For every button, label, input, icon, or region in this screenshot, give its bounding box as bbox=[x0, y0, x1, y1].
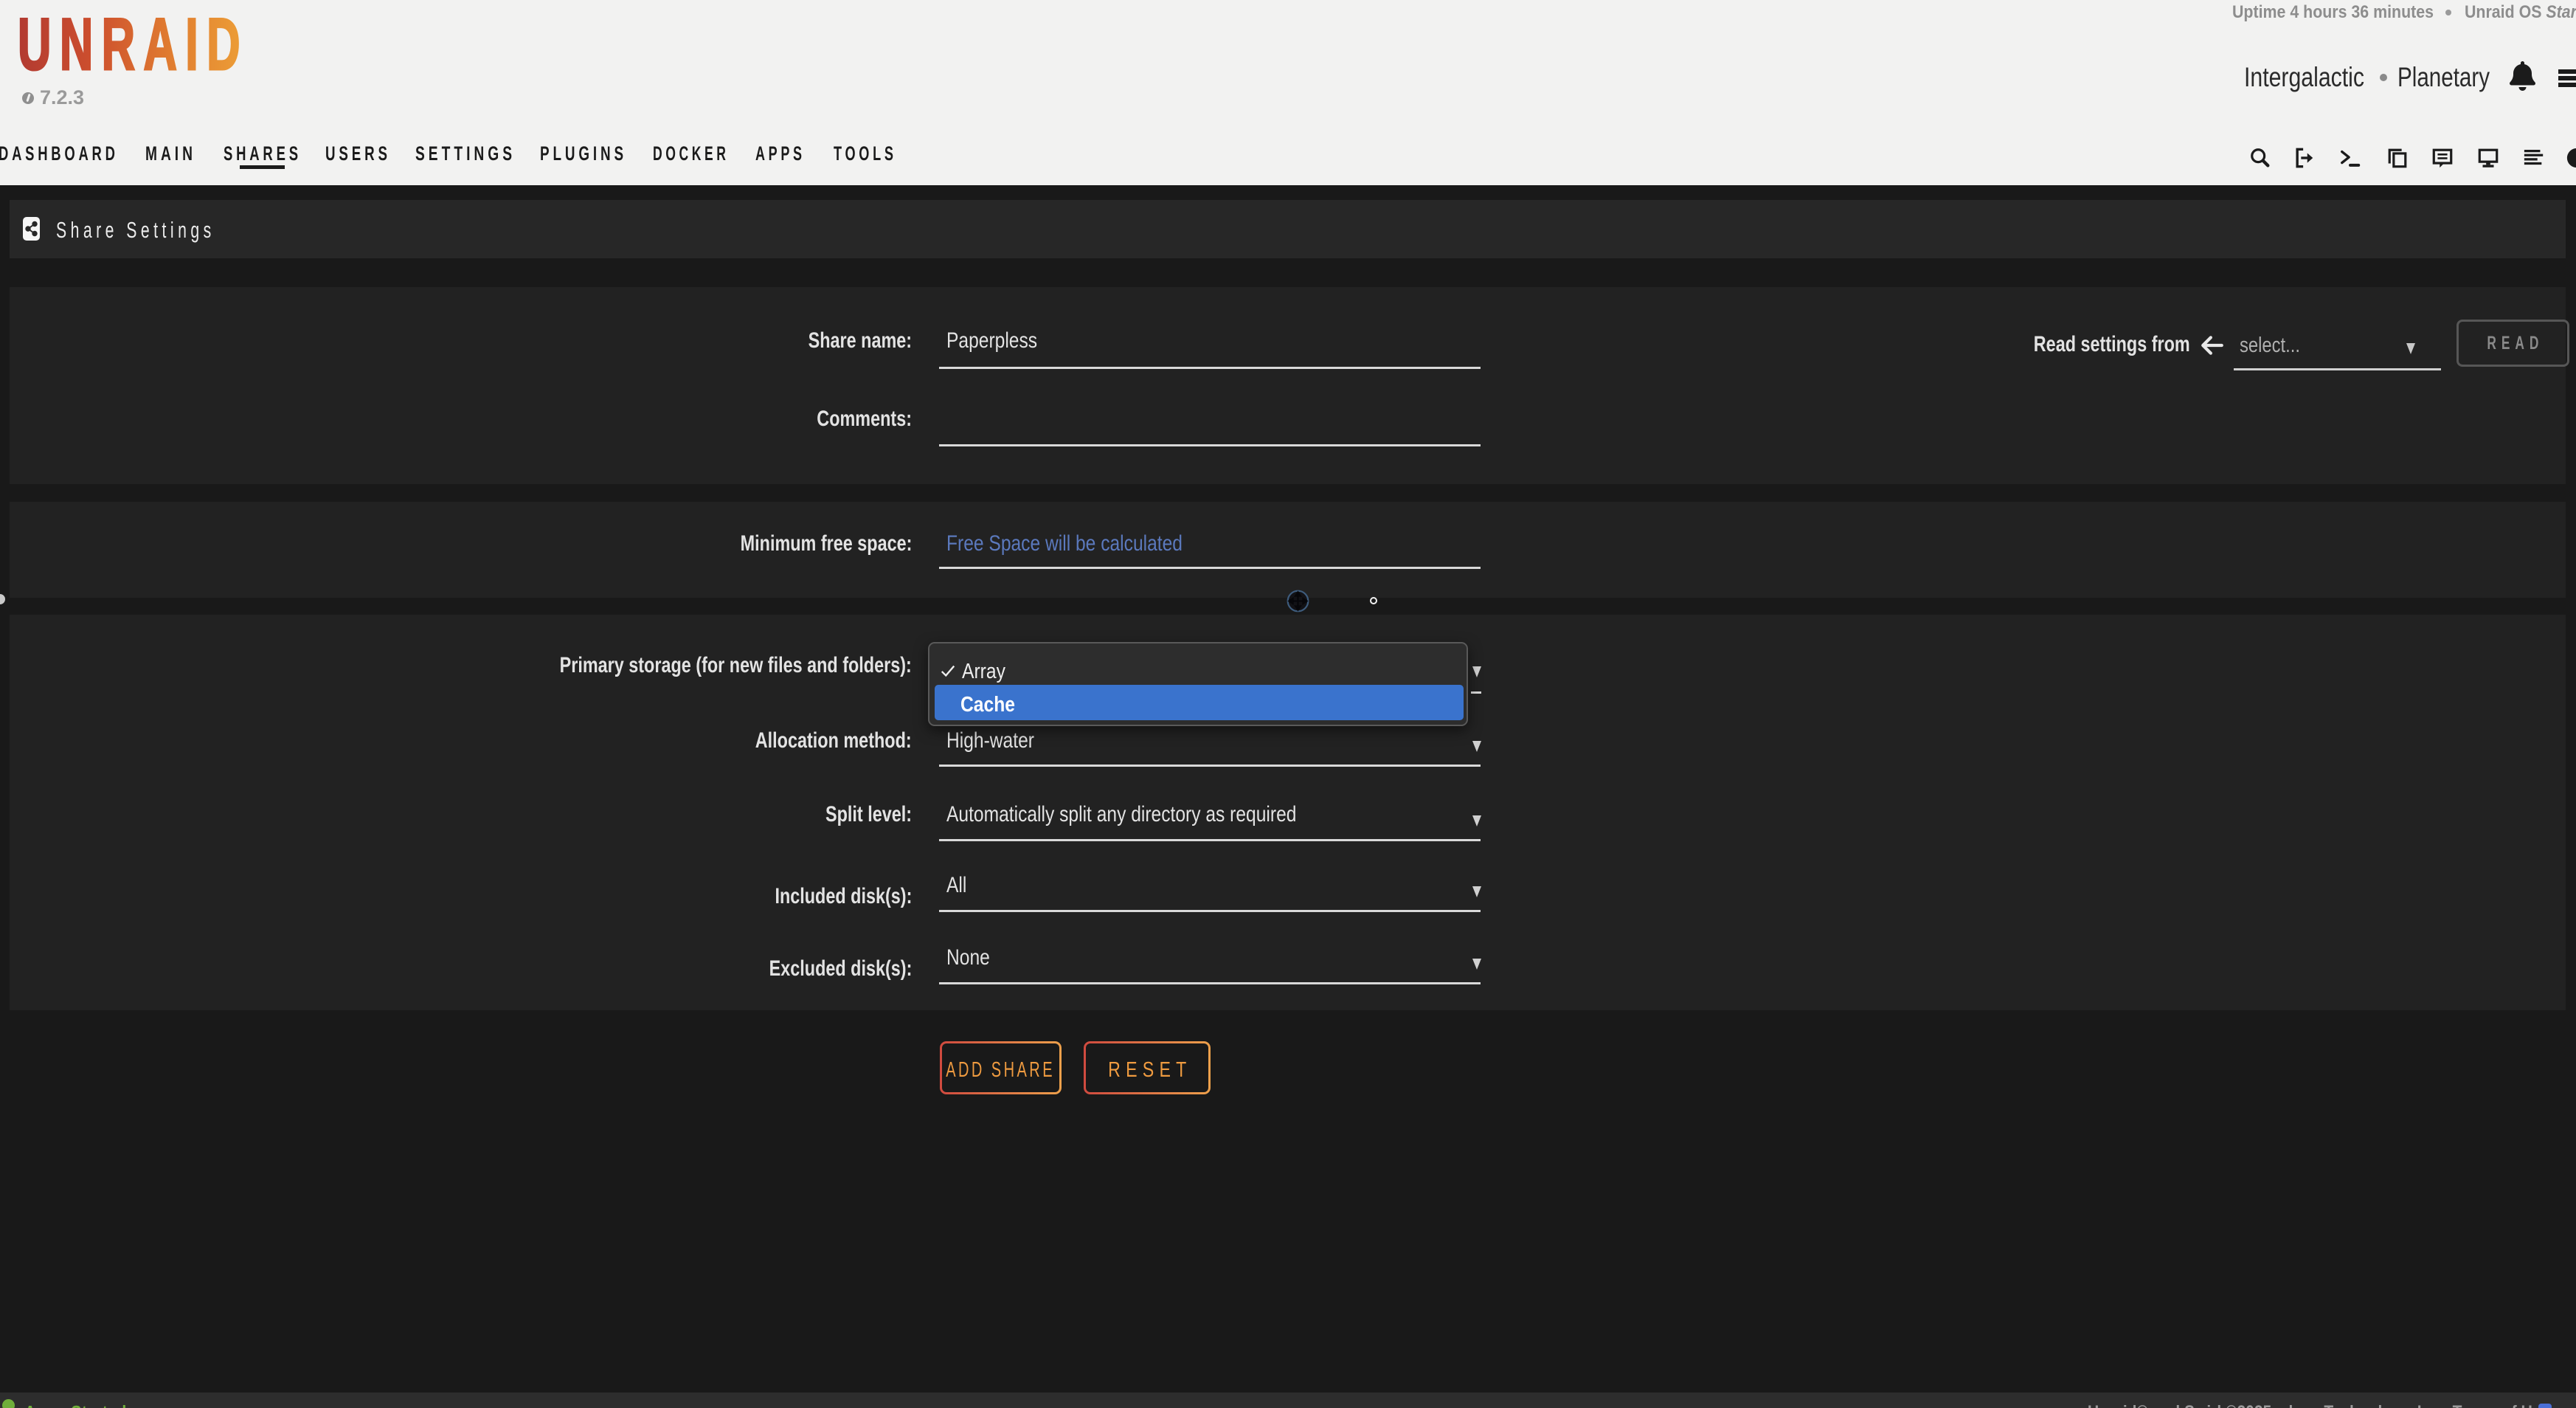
svg-text:UNRAID: UNRAID bbox=[18, 3, 249, 85]
